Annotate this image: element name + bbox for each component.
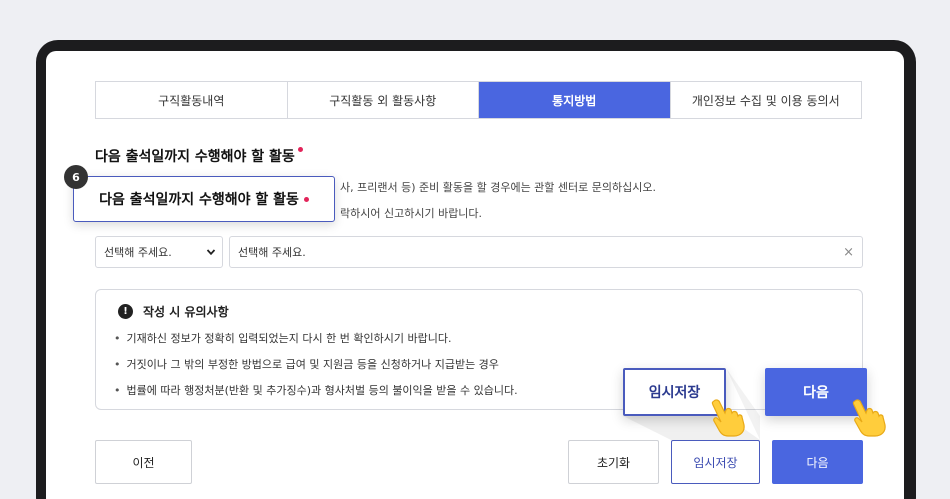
popup-shadow (623, 368, 760, 440)
pointing-hand-icon (711, 399, 745, 437)
callout-required-dot (303, 197, 309, 202)
pointing-hand-icon (852, 399, 886, 437)
callout-label: 다음 출석일까지 수행해야 할 활동 (99, 192, 299, 208)
step-badge: 6 (64, 165, 88, 189)
callout-highlight: 다음 출석일까지 수행해야 할 활동 (73, 176, 335, 222)
